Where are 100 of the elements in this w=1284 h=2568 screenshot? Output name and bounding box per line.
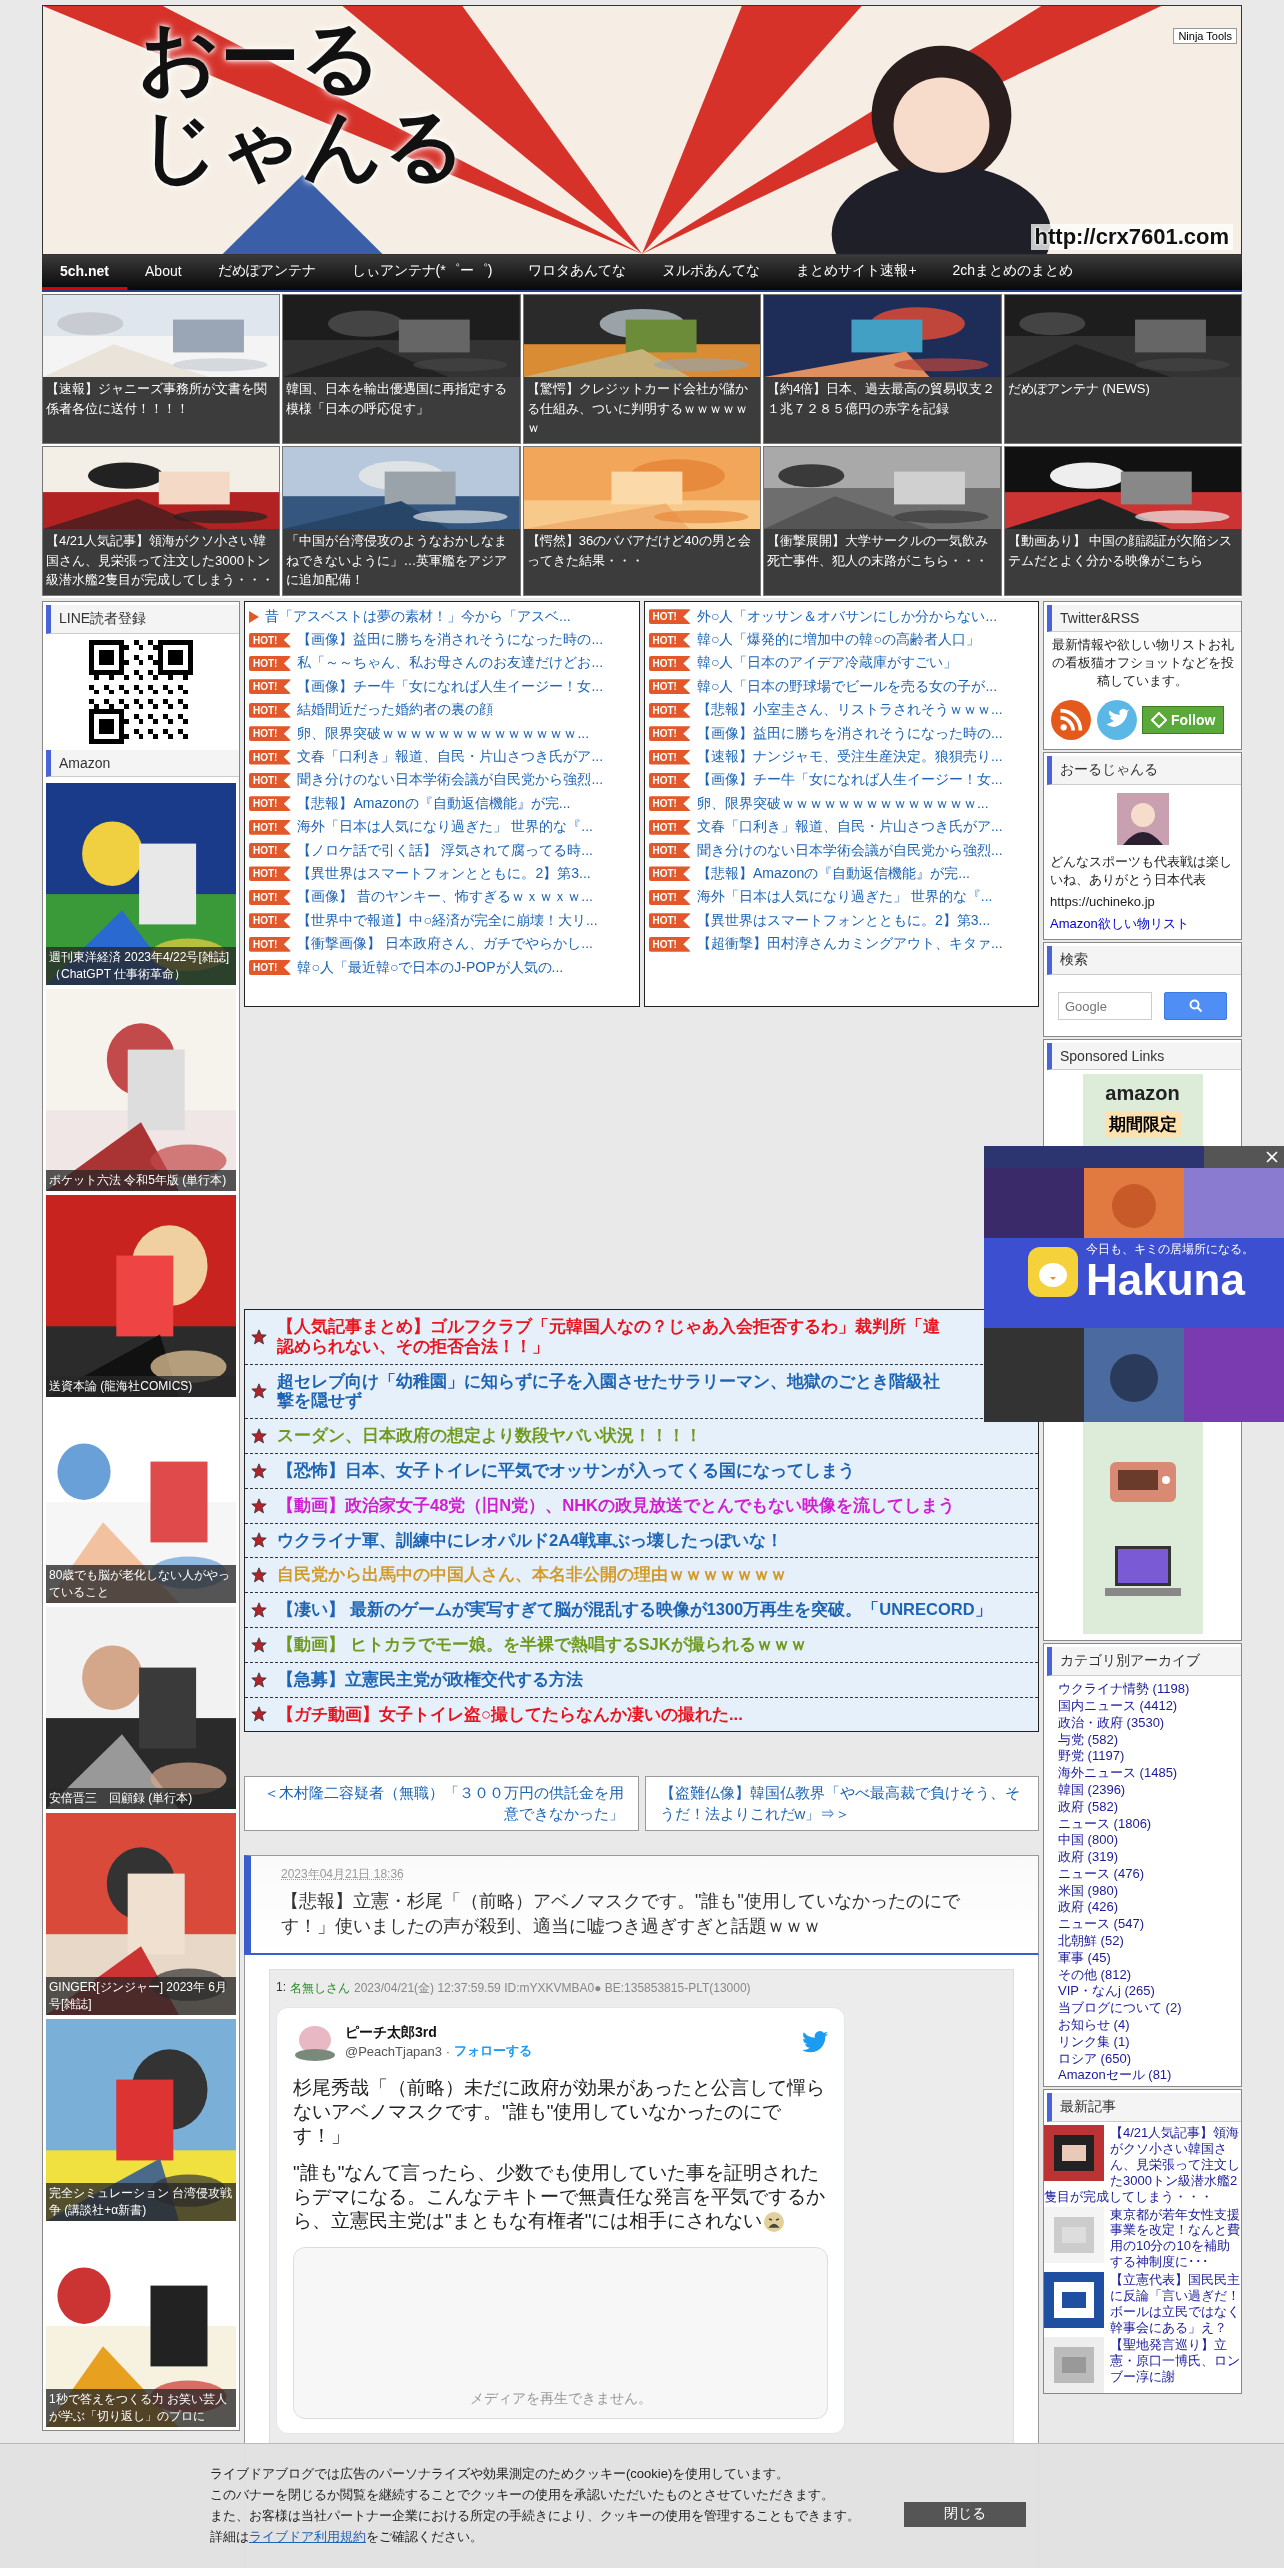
ranking-link[interactable]: HOT! 【世界中で報道】中○経済が完全に崩壊！大リ... (249, 909, 635, 933)
category-link[interactable]: VIP・なんj (265) (1058, 1983, 1227, 2001)
ranking-link[interactable]: HOT! 文春「口利き」報道、自民・片山さつき氏がア... (249, 745, 635, 769)
featured-link[interactable]: 【急募】立憲民主党が政権交代する方法 (277, 1669, 583, 1690)
featured-link[interactable]: 超セレブ向け「幼稚園」に知らずに子を入園させたサラリーマン、地獄のごとき階級社 撃を隠せず (277, 1371, 940, 1412)
category-link[interactable]: 韓国 (2396) (1058, 1781, 1227, 1799)
ranking-link[interactable]: HOT! 海外「日本は人気になり過ぎた」 世界的な『... (648, 885, 1034, 910)
article-tile[interactable]: 【約4倍】日本、過去最高の貿易収支２１兆７２８５億円の赤字を記録 (763, 294, 1002, 444)
ranking-link[interactable]: HOT! 【悲報】Amazonの『自動返信機能』が完... (249, 792, 635, 816)
close-button[interactable]: 閉じる (904, 2501, 1026, 2527)
ranking-link[interactable]: HOT! 卵、限界突破ｗｗｗｗｗｗｗｗｗｗｗｗｗｗ... (249, 721, 635, 746)
recent-post-link[interactable]: 【聖地発言巡り】立憲・原口一博氏、ロンブー淳に謝 (1044, 2337, 1241, 2385)
ranking-link[interactable]: HOT! 【異世界はスマートフォンとともに。2】第3... (249, 862, 635, 886)
ranking-link[interactable]: HOT! 【画像】チー牛「女になれば人生イージー！女... (249, 675, 635, 699)
article-tile[interactable]: 【愕然】36のババアだけど40の男と会ってきた結果・・・ (522, 446, 762, 596)
recent-post-link[interactable]: 【立憲代表】国民民主に反論「言い過ぎだ！ボールは立民ではなく幹事会にある」え？ (1044, 2272, 1241, 2336)
article-tile[interactable]: だめぽアンテナ (NEWS) (1003, 294, 1242, 444)
ranking-link[interactable]: HOT! 【速報】ナンジャモ、受注生産決定。狼狽売り... (648, 745, 1034, 769)
featured-link[interactable]: 【ガチ動画】女子トイレ盗○撮してたらなんか凄いの撮れた... (277, 1704, 743, 1725)
recent-post-link[interactable]: 東京都が若年女性支援事業を改定！なんと費用の10分の10を補助する神制度に･･･ (1044, 2206, 1241, 2270)
recent-post-link[interactable]: 【4/21人気記事】領海がクソ小さい韓国さん、見栄張って注文した3000トン級潜水艦2隻目が完成してしまう・・・ (1044, 2125, 1241, 2205)
featured-link[interactable]: 【動画】政治家女子48党（旧N党）、NHKの政見放送でとんでもない映像を流してしまう (277, 1495, 956, 1516)
article-tile[interactable]: 「中国が台湾侵攻のようなおかしなまねできないように」…英軍艦をアジアに追加配備！ (282, 446, 521, 596)
ranking-link[interactable]: HOT! 【画像】益田に勝ちを消されそうになった時の... (648, 721, 1034, 746)
ranking-link[interactable]: 昔「アスベストは夢の素材！」今から「アスベ... (249, 605, 635, 629)
nav-link[interactable]: ヌルポあんてな (644, 255, 779, 290)
category-link[interactable]: お知らせ (4) (1058, 2017, 1227, 2034)
article-tile[interactable]: 【衝撃展開】大学サークルの一気飲み死亡事件、犯人の末路がこちら・・・ (763, 446, 1002, 596)
category-link[interactable]: 当ブログについて (2) (1058, 2000, 1227, 2018)
ranking-link[interactable]: HOT! 【画像】 昔のヤンキー、怖すぎるｗｘｗｘｗ... (249, 885, 635, 910)
ranking-link[interactable]: HOT! 私「～～ちゃん、私お母さんのお友達だけどお... (249, 651, 635, 676)
ranking-link[interactable]: HOT! 【悲報】Amazonの『自動返信機能』が完... (648, 862, 1034, 886)
category-link[interactable]: リンク集 (1) (1058, 2033, 1227, 2051)
book-link[interactable]: 安倍晋三 回顧録 (単行本) (46, 1607, 236, 1809)
featured-link[interactable]: 【人気記事まとめ】ゴルフクラブ「元韓国人なの？じゃあ入会拒否するわ」裁判所「違 認められない、その拒否合法！！」 (277, 1317, 940, 1357)
article-tile[interactable]: 【4/21人気記事】領海がクソ小さい韓国さん、見栄張って注文した3000トン級潜水艦2隻目が完成してしまう・・・ (42, 446, 281, 596)
category-link[interactable]: Amazonセール (81) (1058, 2067, 1227, 2085)
ranking-link[interactable]: HOT! 聞き分けのない日本学術会議が自民党から強烈... (648, 838, 1034, 863)
nav-link[interactable]: 2chまとめのまとめ (934, 255, 1092, 290)
ranking-link[interactable]: HOT! 外○人「オッサン＆オバサンにしか分からない... (648, 605, 1034, 629)
nav-link[interactable]: まとめサイト速報+ (778, 255, 935, 290)
ranking-link[interactable]: HOT! 聞き分けのない日本学術会議が自民党から強烈... (249, 768, 635, 793)
category-link[interactable]: ウクライナ情勢 (1198) (1058, 1681, 1227, 1698)
article-tile[interactable]: 【速報】ジャニーズ事務所が文書を関係者各位に送付！！！！ (42, 294, 281, 444)
category-link[interactable]: 政府 (319) (1058, 1849, 1227, 1866)
ranking-link[interactable]: HOT! 【異世界はスマートフォンとともに。2】第3... (648, 909, 1034, 933)
category-link[interactable]: その他 (812) (1058, 1966, 1227, 1984)
book-link[interactable]: 80歳でも脳が老化しない人がやっていること (46, 1401, 236, 1603)
category-link[interactable]: 北朝鮮 (52) (1058, 1933, 1227, 1950)
nav-link[interactable]: だめぽアンテナ (199, 255, 334, 290)
ranking-link[interactable]: HOT! 韓○人「爆発的に増加中の韓○の高齢者人口」 (648, 628, 1034, 652)
wishlist-link[interactable]: Amazon欲しい物リスト (1050, 915, 1235, 934)
article-tile[interactable]: 【動画あり】 中国の顔認証が欠陥システムだとよく分かる映像がこちら (1003, 446, 1242, 596)
nav-link[interactable]: About (127, 255, 200, 290)
book-link[interactable]: 週刊東洋経済 2023年4/22号[雑誌]（ChatGPT 仕事術革命） (46, 783, 236, 985)
category-link[interactable]: 政府 (426) (1058, 1899, 1227, 1917)
category-link[interactable]: 与党 (582) (1058, 1731, 1227, 1749)
ranking-link[interactable]: HOT! 結婚間近だった婚約者の裏の顔 (249, 698, 635, 722)
ranking-link[interactable]: HOT! 【超衝撃】田村淳さんカミングアウト、キタァ... (648, 932, 1034, 956)
category-link[interactable]: 米国 (980) (1058, 1882, 1227, 1900)
featured-link[interactable]: 【恐怖】日本、女子トイレに平気でオッサンが入ってくる国になってしまう (277, 1461, 855, 1481)
ranking-link[interactable]: HOT! 文春「口利き」報道、自民・片山さつき氏がア... (648, 815, 1034, 839)
book-link[interactable]: 送資本論 (龍海社COMICS) (46, 1195, 236, 1397)
book-link[interactable]: 完全シミュレーション 台湾侵攻戦争 (講談社+α新書) (46, 2019, 236, 2221)
ranking-link[interactable]: HOT! 【ノロケ話で引く話】 浮気されて腐ってる時... (249, 838, 635, 863)
ranking-link[interactable]: HOT! 【悲報】小室圭さん、リストラされそうｗｗｗ... (648, 698, 1034, 722)
category-link[interactable]: ニュース (1806) (1058, 1815, 1227, 1833)
search-field[interactable]: Google (1058, 992, 1152, 1021)
nav-link[interactable]: ワロタあんてな (510, 255, 645, 290)
next-article-link[interactable]: 【盗難仏像】韓国仏教界「やべ最高裁で負けそう、そうだ！法よりこれだw」⇒＞ (644, 1776, 1039, 1831)
category-link[interactable]: 政治・政府 (3530) (1058, 1714, 1227, 1732)
ranking-link[interactable]: HOT! 【画像】益田に勝ちを消されそうになった時の... (249, 628, 635, 652)
terms-link[interactable]: ライブドア利用規約 (249, 2528, 366, 2544)
close-icon[interactable] (1266, 1151, 1278, 1163)
category-link[interactable]: 野党 (1197) (1058, 1748, 1227, 1766)
ninja-tools-badge[interactable]: Ninja Tools (1173, 28, 1237, 44)
ranking-link[interactable]: HOT! 海外「日本は人気になり過ぎた」 世界的な『... (249, 815, 635, 839)
category-link[interactable]: 中国 (800) (1058, 1832, 1227, 1850)
category-link[interactable]: 国内ニュース (4412) (1058, 1697, 1227, 1715)
featured-link[interactable]: 【凄い】 最新のゲームが実写すぎて脳が混乱する映像が1300万再生を突破。「UNRECORD」 (277, 1600, 992, 1620)
category-link[interactable]: ロシア (650) (1058, 2050, 1227, 2068)
featured-link[interactable]: ウクライナ軍、訓練中にレオパルド2A4戦車ぶっ壊したっぽいな！ (277, 1530, 784, 1551)
ranking-link[interactable]: HOT! 韓○人「日本のアイデア冷蔵庫がすごい」 (648, 651, 1034, 676)
ranking-link[interactable]: HOT! 【画像】チー牛「女になれば人生イージー！女... (648, 768, 1034, 793)
ranking-link[interactable]: HOT! 韓○人「最近韓○で日本のJ-POPが人気の... (249, 955, 635, 980)
previous-article-link[interactable]: ＜木村隆二容疑者（無職）「３００万円の供託金を用意できなかった」 (244, 1776, 639, 1831)
article-tile[interactable]: 【驚愕】クレジットカード会社が儲かる仕組み、ついに判明するｗｗｗｗｗｗ (522, 294, 762, 444)
ranking-link[interactable]: HOT! 【衝撃画像】 日本政府さん、ガチでやらかし... (249, 932, 635, 956)
category-link[interactable]: ニュース (476) (1058, 1865, 1227, 1883)
search-button[interactable] (1164, 992, 1227, 1021)
book-link[interactable]: 1秒で答えをつくる力 お笑い芸人が学ぶ「切り返し」のプロに (46, 2225, 236, 2427)
article-tile[interactable]: 韓国、日本を輸出優遇国に再指定する模様「日本の呼応促す」 (282, 294, 521, 444)
category-link[interactable]: 政府 (582) (1058, 1798, 1227, 1816)
category-link[interactable]: 海外ニュース (1485) (1058, 1765, 1227, 1782)
ranking-link[interactable]: HOT! 卵、限界突破ｗｗｗｗｗｗｗｗｗｗｗｗｗｗ... (648, 792, 1034, 816)
ranking-link[interactable]: HOT! 韓○人「日本の野球場でビールを売る女の子が... (648, 675, 1034, 699)
nav-link[interactable]: しぃアンテナ(*゜ー゜) (333, 255, 511, 290)
category-link[interactable]: ニュース (547) (1058, 1916, 1227, 1934)
category-link[interactable]: 軍事 (45) (1058, 1949, 1227, 1967)
overlay-ad[interactable]: 今日も、キミの居場所になる。 Hakuna (984, 1146, 1284, 1422)
